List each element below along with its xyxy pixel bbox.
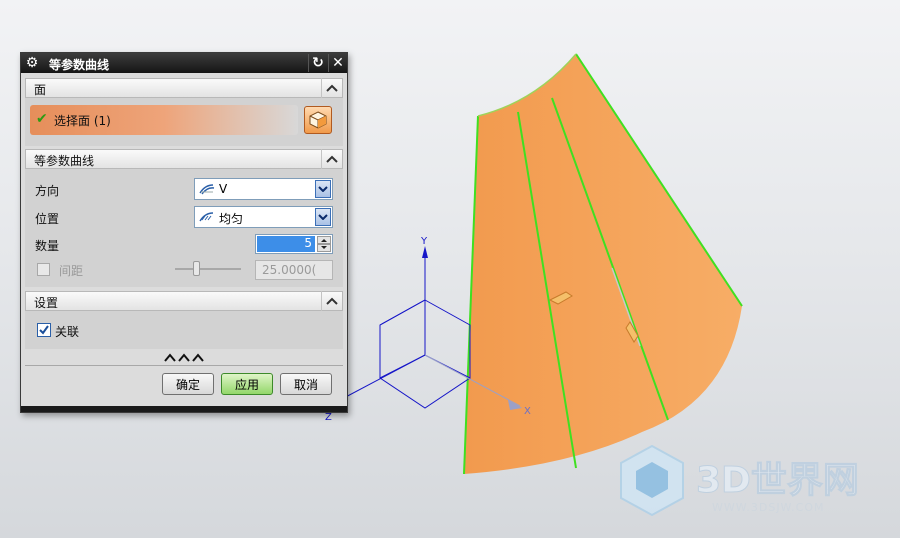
position-dropdown[interactable]: 均匀 (194, 206, 333, 228)
isoparametric-curve-dialog[interactable]: ⚙ 等参数曲线 ↻ ✕ 面 ✔ 选择面 (1) 等参数曲线 方向 V 位置 均匀… (20, 52, 348, 413)
associative-label: 关联 (55, 325, 80, 339)
direction-dropdown[interactable]: V (194, 178, 333, 200)
iso-curves-section-title: 等参数曲线 (34, 154, 95, 168)
select-face-row[interactable]: ✔ 选择面 (1) (30, 105, 298, 135)
settings-section-body: 关联 (25, 311, 343, 349)
y-axis-arrow-icon (422, 246, 428, 258)
count-spinner[interactable]: 5 (255, 234, 333, 254)
direction-icon (199, 184, 215, 195)
double-chevron-up-icon (164, 353, 204, 362)
spacing-input[interactable]: 25.0000( (255, 260, 333, 280)
apply-button[interactable]: 应用 (221, 373, 273, 395)
checkmark-icon (39, 325, 49, 335)
gear-icon[interactable]: ⚙ (23, 54, 41, 72)
spinner-down-icon[interactable] (317, 244, 331, 252)
axis-label-y: Y (420, 236, 428, 247)
direction-label: 方向 (35, 184, 60, 198)
ok-button[interactable]: 确定 (162, 373, 214, 395)
axis-label-x: X (524, 406, 531, 417)
spacing-value: 25.0000( (262, 263, 317, 277)
dialog-title: 等参数曲线 (49, 58, 110, 72)
collapse-face-icon[interactable] (321, 78, 342, 98)
face-section-header[interactable]: 面 (25, 78, 343, 98)
select-face-button[interactable] (304, 106, 332, 134)
collapse-iso-curves-icon[interactable] (321, 149, 342, 169)
face-section-title: 面 (34, 83, 47, 97)
spacing-checkbox[interactable] (37, 263, 50, 276)
select-face-label: 选择面 (1) (54, 114, 111, 128)
divider (25, 365, 343, 366)
dialog-bottom-bar (21, 406, 347, 412)
spinner-up-icon[interactable] (317, 236, 331, 244)
collapse-settings-icon[interactable] (321, 291, 342, 311)
settings-section-title: 设置 (34, 296, 59, 310)
axis-label-z: Z (325, 412, 332, 423)
chevron-down-icon[interactable] (315, 180, 331, 198)
settings-section-header[interactable]: 设置 (25, 291, 343, 311)
count-label: 数量 (35, 239, 60, 253)
check-icon: ✔ (36, 111, 48, 127)
iso-curves-section-body: 方向 V 位置 均匀 数量 5 间距 25.0000( (25, 169, 343, 287)
count-value: 5 (304, 236, 312, 250)
count-input[interactable]: 5 (257, 236, 315, 252)
associative-checkbox[interactable] (37, 323, 51, 337)
position-label: 位置 (35, 212, 60, 226)
chevron-down-icon[interactable] (315, 208, 331, 226)
watermark-url: WWW.3DSJW.COM (712, 501, 825, 514)
face-section-body: ✔ 选择面 (1) (25, 98, 343, 146)
conical-surface[interactable] (464, 54, 742, 474)
direction-value: V (219, 182, 228, 196)
dialog-titlebar[interactable]: ⚙ 等参数曲线 ↻ ✕ (21, 53, 347, 73)
close-icon[interactable]: ✕ (328, 54, 347, 72)
reset-icon[interactable]: ↻ (308, 54, 327, 72)
more-options-toggle[interactable] (161, 351, 209, 363)
face-cube-icon (309, 111, 327, 129)
cancel-button[interactable]: 取消 (280, 373, 332, 395)
slider-handle[interactable] (193, 261, 200, 276)
spacing-slider[interactable] (175, 261, 241, 276)
uniform-icon (199, 212, 214, 222)
spacing-label: 间距 (59, 264, 84, 278)
iso-curves-section-header[interactable]: 等参数曲线 (25, 149, 343, 169)
watermark: 3D世界网 WWW.3DSJW.COM (620, 444, 859, 517)
watermark-brand: 3D世界网 (696, 460, 859, 501)
position-value: 均匀 (219, 212, 244, 226)
